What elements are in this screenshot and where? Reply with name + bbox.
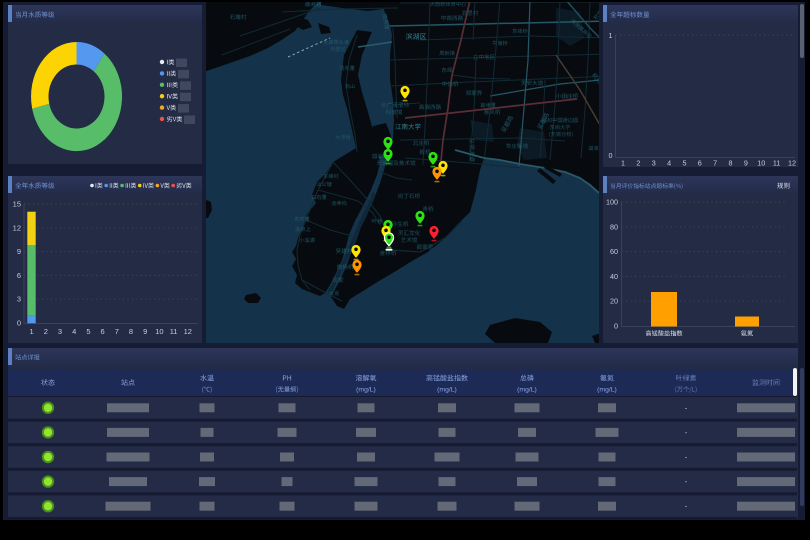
svg-text:80: 80: [610, 222, 618, 231]
svg-text:11: 11: [170, 327, 178, 336]
svg-text:-: -: [685, 428, 688, 437]
svg-text:12: 12: [13, 223, 21, 232]
svg-text:-: -: [685, 403, 688, 412]
svg-text:8: 8: [729, 159, 733, 168]
svg-text:2: 2: [636, 159, 640, 168]
svg-text:(mg/L): (mg/L): [356, 387, 376, 394]
svg-text:-: -: [685, 502, 688, 511]
svg-text:6: 6: [101, 327, 105, 336]
svg-text:0: 0: [17, 319, 21, 328]
svg-text:9: 9: [17, 247, 21, 256]
svg-text:3: 3: [17, 295, 21, 304]
svg-text:11: 11: [773, 159, 780, 168]
svg-text:15: 15: [13, 200, 21, 209]
svg-text:20: 20: [610, 297, 618, 306]
svg-text:-: -: [685, 477, 688, 486]
svg-text:-: -: [685, 453, 688, 462]
svg-text:10: 10: [155, 327, 163, 336]
svg-text:(mg/L): (mg/L): [597, 387, 617, 394]
svg-text:4: 4: [72, 327, 76, 336]
svg-text:5: 5: [682, 159, 686, 168]
svg-text:12: 12: [184, 327, 192, 336]
svg-text:0: 0: [609, 151, 613, 160]
svg-text:9: 9: [143, 327, 147, 336]
svg-text:0: 0: [614, 322, 618, 331]
svg-text:1: 1: [621, 159, 625, 168]
svg-text:6: 6: [17, 271, 21, 280]
svg-text:3: 3: [652, 159, 656, 168]
svg-text:2: 2: [44, 327, 48, 336]
svg-text:7: 7: [713, 159, 717, 168]
svg-text:(mg/L): (mg/L): [437, 387, 457, 394]
svg-text:6: 6: [698, 159, 702, 168]
svg-text:3: 3: [58, 327, 62, 336]
svg-text:5: 5: [86, 327, 90, 336]
svg-text:(mg/L): (mg/L): [517, 387, 537, 394]
svg-text:100: 100: [606, 198, 618, 207]
svg-text:40: 40: [610, 272, 618, 281]
svg-text:12: 12: [788, 159, 796, 168]
svg-text:1: 1: [609, 31, 613, 40]
svg-text:4: 4: [667, 159, 671, 168]
svg-text:9: 9: [744, 159, 748, 168]
svg-text:7: 7: [115, 327, 119, 336]
svg-text:8: 8: [129, 327, 133, 336]
svg-text:10: 10: [757, 159, 765, 168]
svg-text:60: 60: [610, 247, 618, 256]
svg-text:1: 1: [30, 327, 34, 336]
